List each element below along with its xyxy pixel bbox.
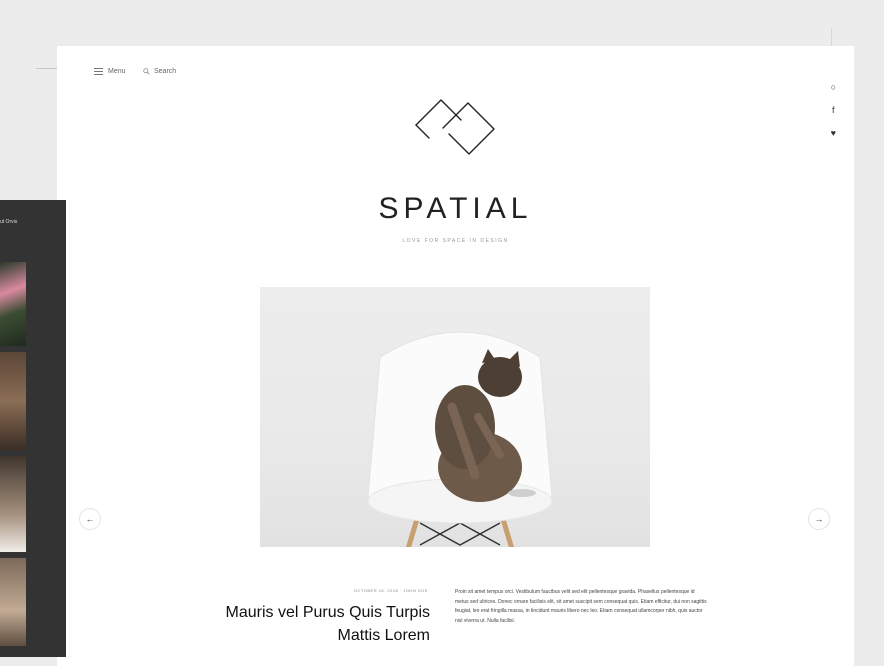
slider-next-button[interactable]: → (808, 508, 830, 530)
interior-thumbnail (0, 352, 26, 450)
website-page: Menu Search ○ f ♥ SPATIAL LOVE FOR SPACE… (57, 46, 854, 666)
post-title[interactable]: Mauris vel Purus Quis Turpis Mattis Lore… (177, 601, 430, 647)
post-excerpt: Proin sit amet tempus orci. Vestibulum f… (455, 589, 707, 624)
social-links: ○ f ♥ (831, 82, 836, 138)
search-label: Search (154, 67, 177, 75)
hero-image (260, 287, 650, 547)
brand-name: SPATIAL (378, 192, 533, 225)
github-icon[interactable]: ○ (831, 82, 836, 92)
portrait-thumbnail (0, 456, 26, 552)
post-title-line-2: Mattis Lorem (337, 627, 430, 644)
arrow-right-icon: → (814, 514, 824, 524)
facebook-icon[interactable]: f (832, 105, 835, 115)
post-meta: OCTOBER 16, 2018 · JOHN DOE (353, 588, 428, 593)
slider-prev-button[interactable]: ← (79, 508, 101, 530)
brand-tagline: LOVE FOR SPACE IN DESIGN (402, 238, 509, 244)
logo-mark (415, 99, 495, 155)
post-title-line-1: Mauris vel Purus Quis Turpis (225, 604, 430, 621)
side-preview-panel: ut Orvis (0, 200, 66, 657)
hamburger-icon (94, 67, 103, 75)
flowers-thumbnail (0, 262, 26, 346)
search-icon (143, 67, 150, 75)
room-thumbnail (0, 558, 26, 646)
menu-label: Menu (108, 67, 126, 75)
twitter-icon[interactable]: ♥ (831, 128, 836, 138)
search-button[interactable]: Search (143, 64, 176, 78)
side-panel-label: ut Orvis (0, 219, 18, 225)
cat-on-chair-image (367, 331, 553, 547)
arrow-left-icon: ← (85, 514, 95, 524)
menu-button[interactable]: Menu (94, 64, 126, 78)
